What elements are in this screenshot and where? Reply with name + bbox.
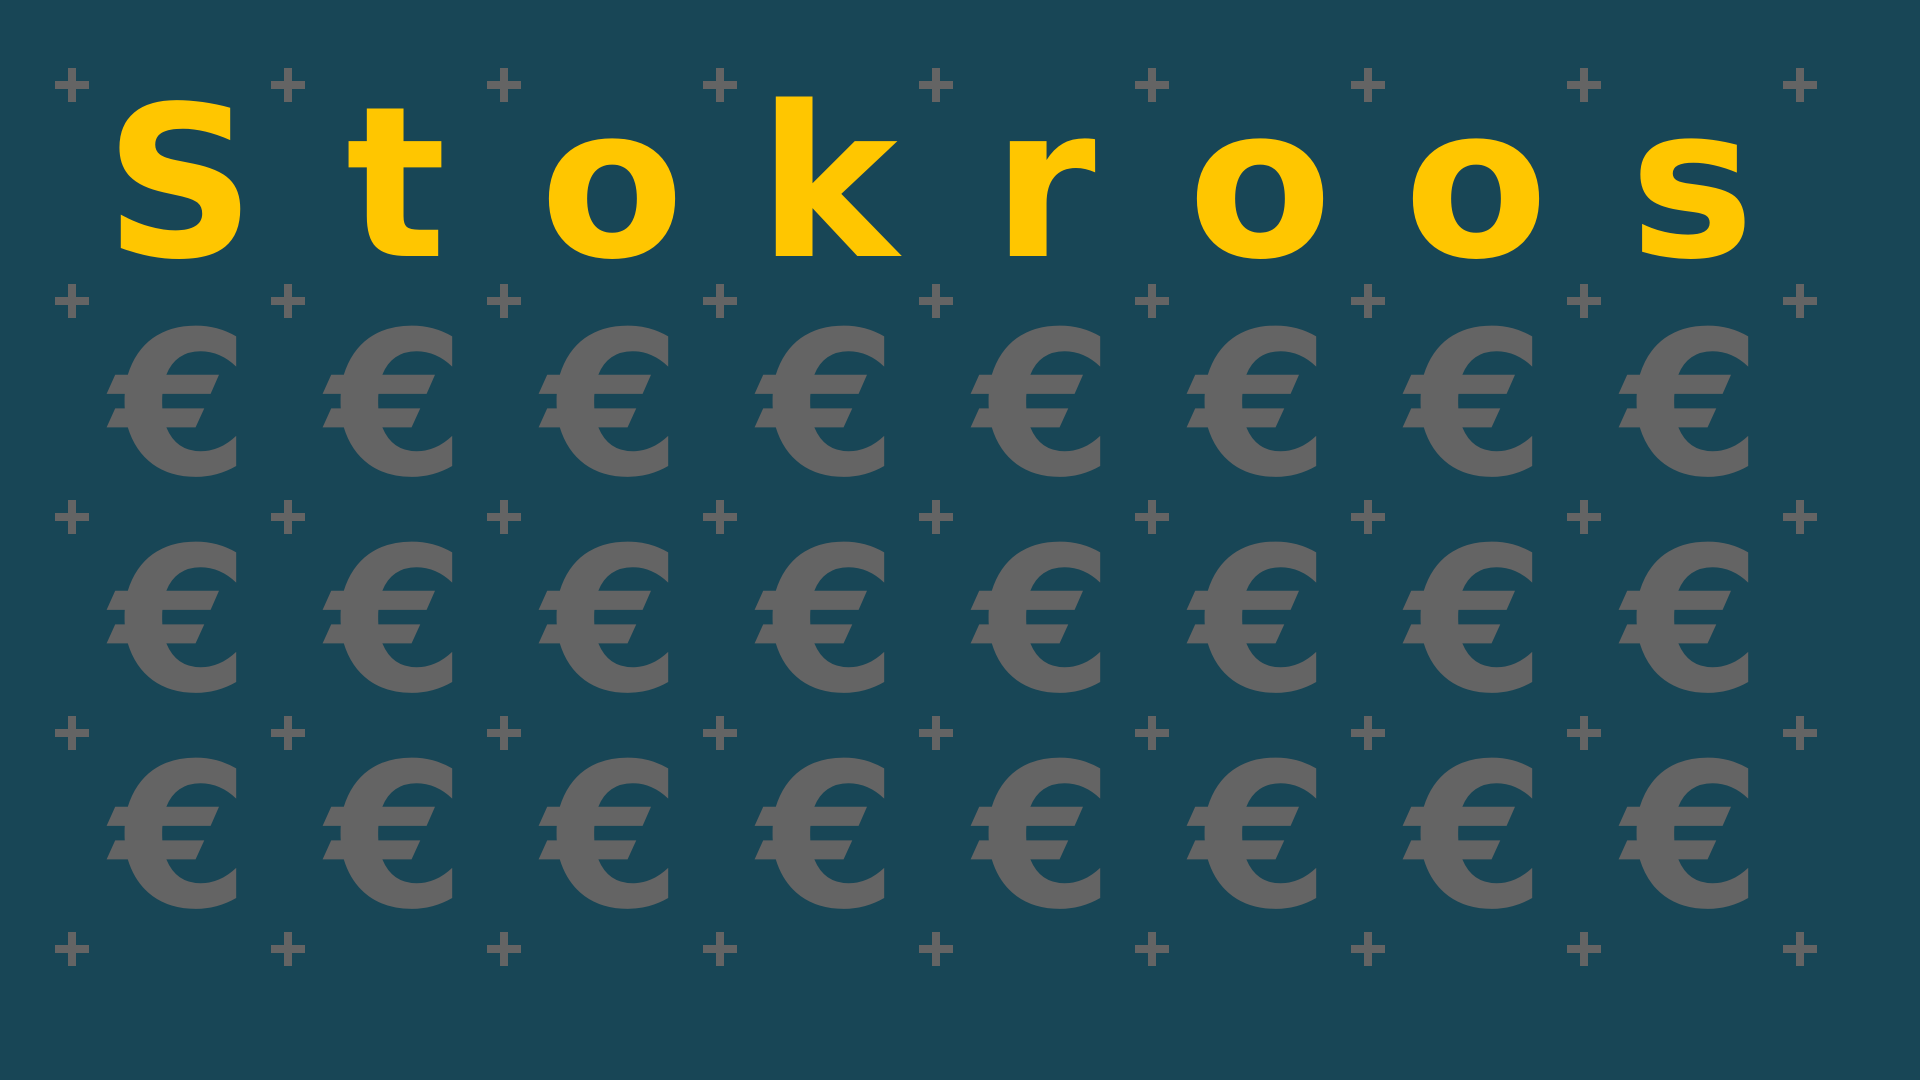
title-letter: k bbox=[758, 61, 898, 306]
title-letter: s bbox=[1629, 61, 1755, 306]
title-letter: S bbox=[104, 61, 256, 306]
euro-tile[interactable]: € bbox=[288, 301, 504, 517]
euro-tile[interactable]: € bbox=[720, 733, 936, 949]
game-board: St o k r o o s € € € € € € € € € € € € € € € € € € € € € € € € bbox=[0, 0, 1920, 1080]
euro-tile[interactable]: € bbox=[936, 517, 1152, 733]
euro-tile[interactable]: € bbox=[1584, 733, 1800, 949]
euro-tile[interactable]: € bbox=[1152, 301, 1368, 517]
title-letter: t bbox=[345, 61, 447, 306]
euro-tile[interactable]: € bbox=[720, 301, 936, 517]
euro-tile[interactable]: € bbox=[72, 733, 288, 949]
euro-tile[interactable]: € bbox=[1584, 517, 1800, 733]
euro-tile[interactable]: € bbox=[504, 733, 720, 949]
euro-tile[interactable]: € bbox=[720, 517, 936, 733]
euro-tile[interactable]: € bbox=[72, 517, 288, 733]
euro-tile[interactable]: € bbox=[72, 301, 288, 517]
euro-tile[interactable]: € bbox=[1368, 301, 1584, 517]
euro-tile[interactable]: € bbox=[504, 517, 720, 733]
euro-tile[interactable]: € bbox=[288, 517, 504, 733]
title-letter: o bbox=[539, 61, 685, 306]
euro-tile[interactable]: € bbox=[1584, 301, 1800, 517]
title-letter: o bbox=[1403, 61, 1549, 306]
euro-tile[interactable]: € bbox=[504, 301, 720, 517]
euro-tile[interactable]: € bbox=[288, 733, 504, 949]
euro-tile[interactable]: € bbox=[1368, 733, 1584, 949]
euro-tile[interactable]: € bbox=[1152, 733, 1368, 949]
euro-tile[interactable]: € bbox=[1368, 517, 1584, 733]
euro-tile[interactable]: € bbox=[1152, 517, 1368, 733]
euro-tile[interactable]: € bbox=[936, 733, 1152, 949]
title-letter: o bbox=[1187, 61, 1333, 306]
title-letter: r bbox=[992, 61, 1096, 306]
euro-tile[interactable]: € bbox=[936, 301, 1152, 517]
